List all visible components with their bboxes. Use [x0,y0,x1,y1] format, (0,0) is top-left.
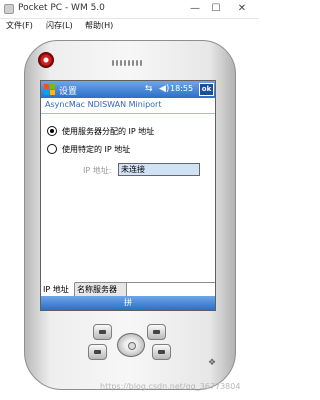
end-call-button[interactable] [152,344,171,360]
speaker-slot [120,60,122,66]
status-bar: 设置 ⇆ ◀) 18:55 ok [41,81,215,98]
ok-button[interactable]: ok [199,83,214,96]
adapter-name: AsyncMac NDISWAN Miniport [41,98,215,114]
minimize-button[interactable]: — [186,2,204,16]
tab-bar: IP 地址 名称服务器 [41,282,215,297]
window-title: Pocket PC - WM 5.0 [18,3,105,13]
device-screen: 设置 ⇆ ◀) 18:55 ok AsyncMac NDISWAN Minipo… [40,80,216,311]
window-title-bar: Pocket PC - WM 5.0 — ☐ ✕ [0,0,259,19]
menu-bar: 文件(F) 闪存(L) 帮助(H) [0,19,259,33]
speaker-slot [112,60,114,66]
soft-key-bar: 拼 [41,296,215,310]
left-soft-key-button[interactable] [93,324,112,340]
tab-name-servers[interactable]: 名称服务器 [75,283,127,296]
speaker-slot [116,60,118,66]
start-menu-icon[interactable] [44,84,55,95]
ip-address-label: IP 地址: [83,166,112,175]
menu-flash[interactable]: 闪存(L) [46,20,73,31]
radio-button-selected[interactable] [47,126,57,136]
close-button[interactable]: ✕ [233,2,251,16]
speaker-slot [128,60,130,66]
screen-title: 设置 [59,87,78,97]
adapter-name-label: AsyncMac NDISWAN Miniport [45,100,162,109]
volume-icon[interactable]: ◀) [159,84,169,94]
right-soft-key-button[interactable] [147,324,166,340]
radio-button[interactable] [47,144,57,154]
windows-logo-icon: ❖ [208,358,217,368]
speaker-slot [124,60,126,66]
app-icon [4,4,14,14]
speaker-slot [132,60,134,66]
maximize-button[interactable]: ☐ [207,2,225,16]
ip-address-field[interactable]: 未连接 [118,163,200,176]
input-panel-button[interactable]: 拼 [41,297,215,308]
menu-help[interactable]: 帮助(H) [85,20,113,31]
option-label: 使用特定的 IP 地址 [62,145,131,154]
clock[interactable]: 18:55 [170,84,193,93]
navigation-pad[interactable] [117,333,145,357]
power-button[interactable] [38,52,54,68]
watermark: https://blog.csdn.net/qq_36773804 [100,382,241,391]
connectivity-icon[interactable]: ⇆ [145,84,153,94]
tab-ip-address[interactable]: IP 地址 [41,282,75,296]
call-button[interactable] [88,344,107,360]
speaker-slot [140,60,142,66]
option-label: 使用服务器分配的 IP 地址 [62,127,155,136]
menu-file[interactable]: 文件(F) [6,20,33,31]
speaker-slot [136,60,138,66]
